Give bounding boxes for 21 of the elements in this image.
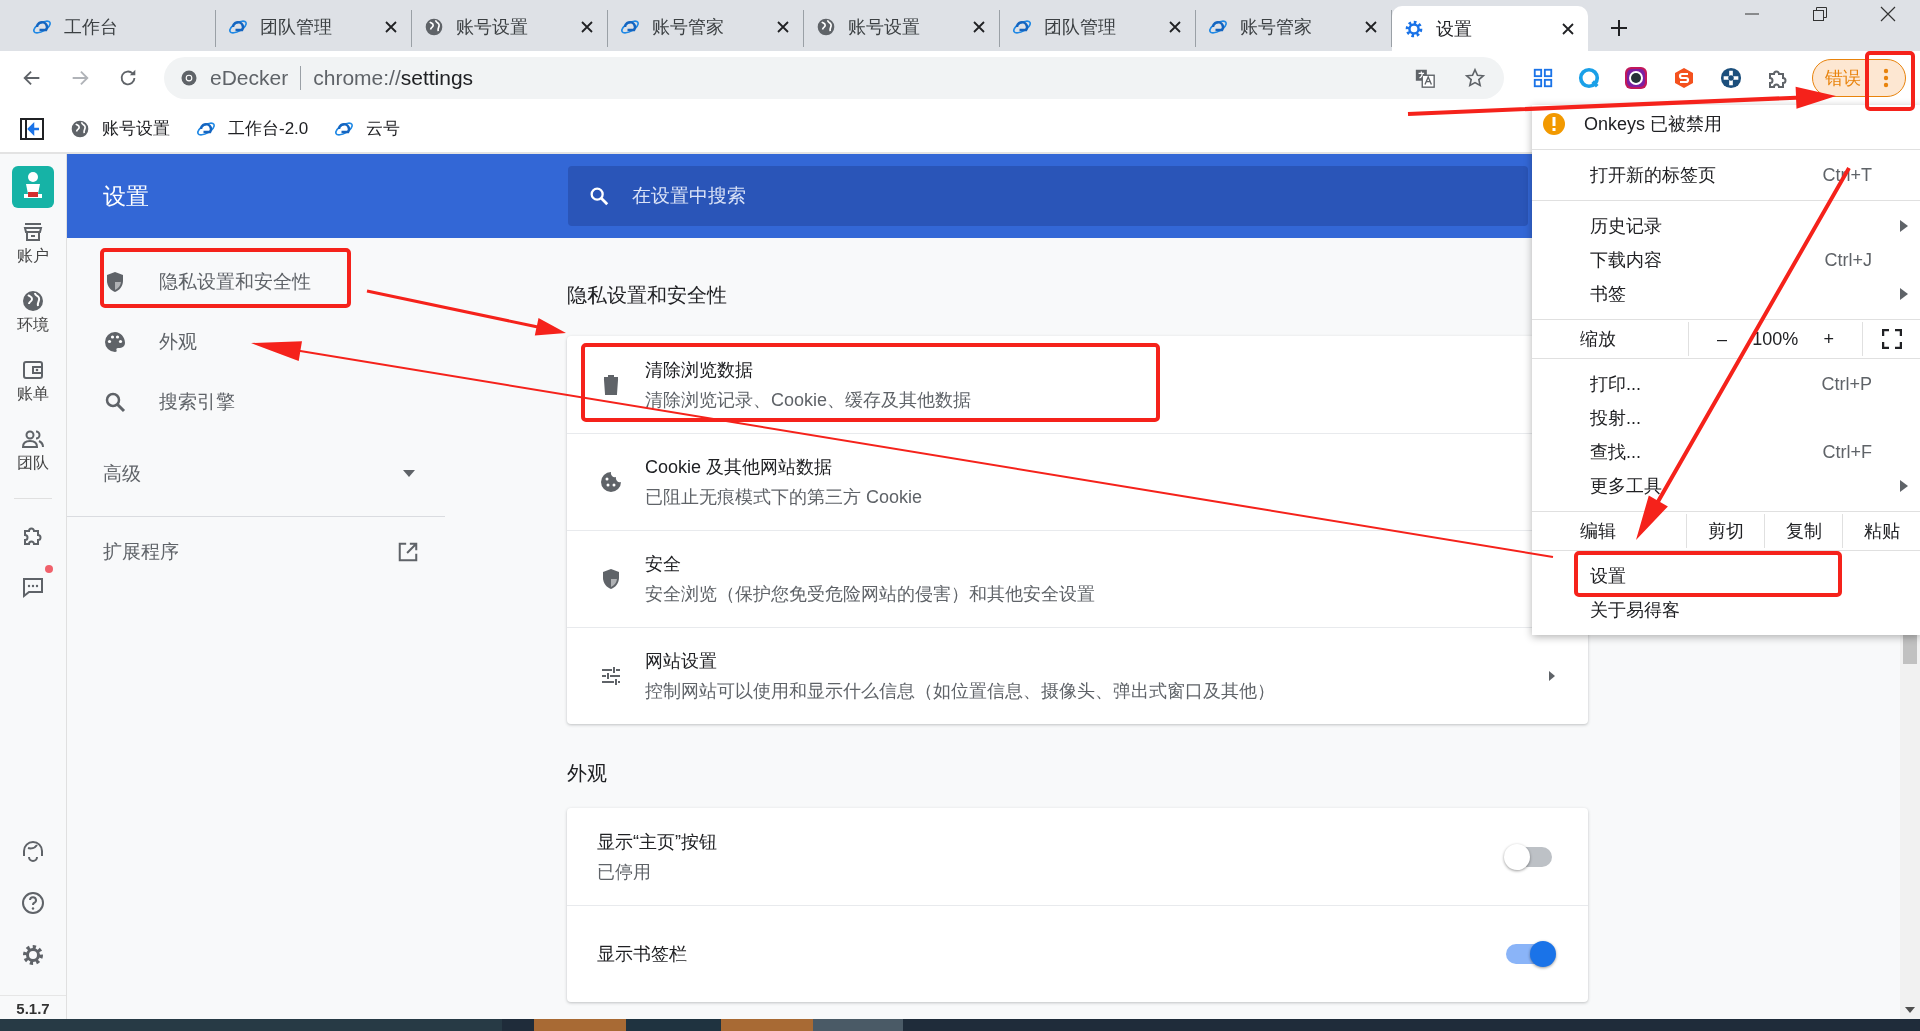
zoom-level: 100% [1752,328,1799,350]
row-title: 网站设置 [645,650,718,673]
row-title: 显示书签栏 [597,943,688,966]
site-name: eDecker [210,66,289,90]
section-title: 外观 [567,761,608,786]
row-subtitle: 已阻止无痕模式下的第三方 Cookie [645,486,924,509]
zoom-label: 缩放 [1532,322,1689,356]
url-text: chrome://settings [313,66,474,90]
row-title: 安全 [645,553,682,576]
shortcut-label: Ctrl+F [1822,441,1872,463]
row-title: 显示“主页”按钮 [597,830,718,854]
shortcut-label: Ctrl+P [1821,373,1872,395]
row-subtitle: 清除浏览记录、Cookie、缓存及其他数据 [645,388,973,412]
section-title: 隐私设置和安全性 [567,283,728,308]
shortcut-label: Ctrl+J [1824,249,1872,271]
row-subtitle: 安全浏览（保护您免受危险网站的侵害）和其他安全设置 [645,583,1096,606]
page-title: 设置 [102,181,150,211]
row-title: 清除浏览数据 [645,358,754,382]
row-title: Cookie 及其他网站数据 [645,456,834,479]
row-subtitle: 已停用 [597,860,652,884]
row-subtitle: 控制网站可以使用和显示什么信息（如位置信息、摄像头、弹出式窗口及其他） [645,680,1276,703]
